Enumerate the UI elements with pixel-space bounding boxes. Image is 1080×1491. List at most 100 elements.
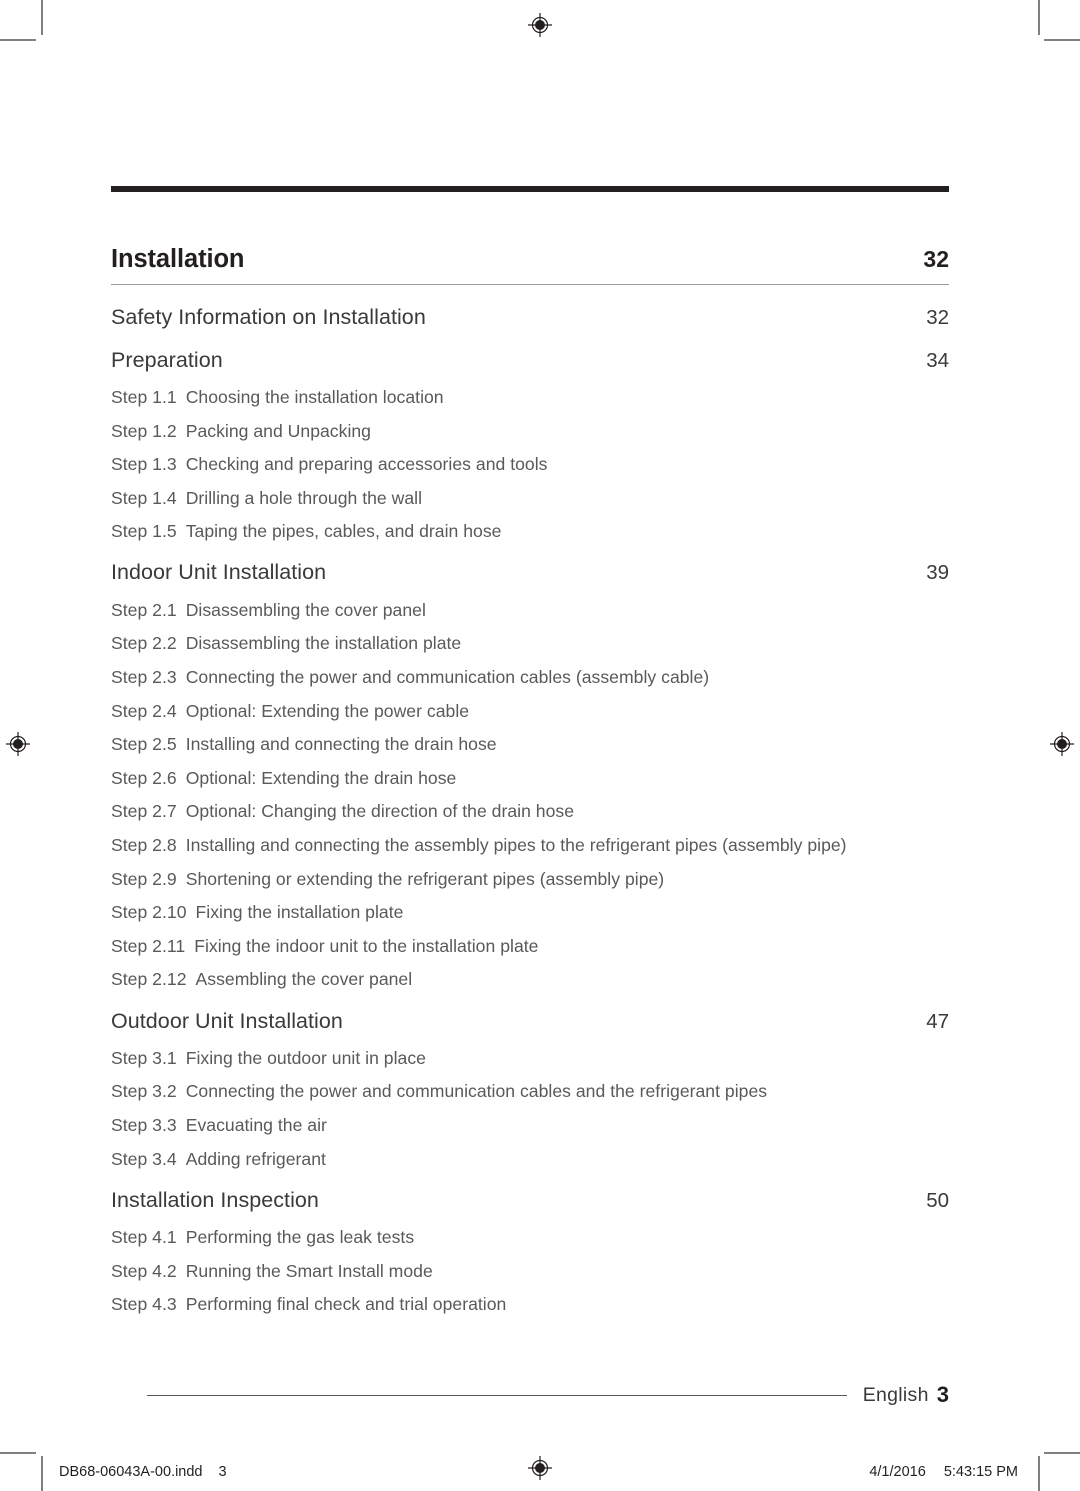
toc-section-row[interactable]: Indoor Unit Installation 39 xyxy=(111,559,949,585)
toc-step-row[interactable]: Step 3.1 Fixing the outdoor unit in place xyxy=(111,1048,949,1069)
toc-step-row[interactable]: Step 2.12 Assembling the cover panel xyxy=(111,969,949,990)
footer-language-label: English xyxy=(862,1383,929,1406)
toc-step-row[interactable]: Step 4.3 Performing final check and trial… xyxy=(111,1294,949,1315)
toc-step-label: Step 2.12 xyxy=(111,969,187,990)
toc-step-text: Evacuating the air xyxy=(185,1114,327,1135)
toc-step-text: Optional: Changing the direction of the … xyxy=(185,801,575,822)
toc-step-row[interactable]: Step 1.3 Checking and preparing accessori… xyxy=(111,454,949,475)
toc-step-text: Taping the pipes, cables, and drain hose xyxy=(185,521,502,542)
toc-step-row[interactable]: Step 2.9 Shortening or extending the refr… xyxy=(111,869,949,890)
toc-chapter-title: Installation xyxy=(111,245,245,273)
toc-step-row[interactable]: Step 1.2 Packing and Unpacking xyxy=(111,421,949,442)
toc-step-text: Checking and preparing accessories and t… xyxy=(185,454,548,475)
toc-step-row[interactable]: Step 1.4 Drilling a hole through the wall xyxy=(111,488,949,509)
footer-page-number: 3 xyxy=(936,1382,949,1407)
toc-step-label: Step 2.5 xyxy=(111,734,177,755)
toc-step-row[interactable]: Step 4.1 Performing the gas leak tests xyxy=(111,1227,949,1248)
toc-section-title: Safety Information on Installation xyxy=(111,304,426,329)
toc-step-text: Drilling a hole through the wall xyxy=(185,487,423,508)
toc-section-page-number: 34 xyxy=(926,348,949,372)
toc-step-row[interactable]: Step 3.2 Connecting the power and communi… xyxy=(111,1081,949,1102)
toc-step-row[interactable]: Step 2.4 Optional: Extending the power ca… xyxy=(111,701,949,722)
toc-step-row[interactable]: Step 1.5 Taping the pipes, cables, and dr… xyxy=(111,521,949,542)
toc-step-label: Step 3.2 xyxy=(111,1081,177,1102)
toc-step-text: Performing final check and trial operati… xyxy=(185,1294,507,1315)
toc-step-label: Step 2.10 xyxy=(111,902,187,923)
chapter-underline-rule xyxy=(111,283,949,285)
toc-step-label: Step 2.1 xyxy=(111,599,177,620)
toc-step-text: Disassembling the installation plate xyxy=(185,633,462,654)
toc-step-row[interactable]: Step 3.3 Evacuating the air xyxy=(111,1115,949,1136)
toc-step-text: Connecting the power and communication c… xyxy=(185,1081,768,1102)
toc-step-label: Step 1.2 xyxy=(111,420,177,441)
crop-mark-bottom-right-vertical xyxy=(1038,1456,1040,1491)
toc-step-text: Packing and Unpacking xyxy=(185,420,371,441)
toc-step-text: Performing the gas leak tests xyxy=(185,1226,415,1247)
toc-section-page-number: 32 xyxy=(926,305,949,329)
toc-section-title: Indoor Unit Installation xyxy=(111,560,327,585)
toc-section-title: Installation Inspection xyxy=(111,1187,319,1212)
toc-step-label: Step 3.4 xyxy=(111,1148,177,1169)
crop-mark-bottom-right-horizontal xyxy=(1044,1452,1080,1454)
toc-step-row[interactable]: Step 2.5 Installing and connecting the dr… xyxy=(111,734,949,755)
toc-step-row[interactable]: Step 4.2 Running the Smart Install mode xyxy=(111,1261,949,1282)
toc-step-row[interactable]: Step 2.6 Optional: Extending the drain ho… xyxy=(111,768,949,789)
toc-step-label: Step 2.9 xyxy=(111,868,177,889)
slug-date: 4/1/2016 xyxy=(869,1464,926,1480)
slug-time: 5:43:15 PM xyxy=(943,1464,1018,1480)
slug-timestamp: 4/1/2016 5:43:15 PM xyxy=(869,1464,1018,1480)
toc-step-row[interactable]: Step 2.8 Installing and connecting the as… xyxy=(111,835,949,856)
table-of-contents: Installation 32 Safety Information on In… xyxy=(111,186,949,1315)
toc-step-label: Step 3.3 xyxy=(111,1114,177,1135)
toc-step-text: Connecting the power and communication c… xyxy=(185,666,710,687)
toc-step-label: Step 3.1 xyxy=(111,1047,177,1068)
toc-chapter-row[interactable]: Installation 32 xyxy=(111,245,949,273)
toc-section-title: Preparation xyxy=(111,347,223,372)
crop-mark-bottom-left-vertical xyxy=(41,1456,43,1491)
slug-file-name: DB68-06043A-00.indd xyxy=(59,1464,203,1480)
toc-step-row[interactable]: Step 2.1 Disassembling the cover panel xyxy=(111,600,949,621)
toc-step-text: Assembling the cover panel xyxy=(195,969,413,990)
toc-section-row[interactable]: Installation Inspection 50 xyxy=(111,1187,949,1213)
toc-step-label: Step 1.3 xyxy=(111,454,177,475)
toc-step-label: Step 2.2 xyxy=(111,633,177,654)
toc-step-text: Running the Smart Install mode xyxy=(185,1260,433,1281)
footer-rule xyxy=(146,1394,847,1396)
toc-section-page-number: 39 xyxy=(926,561,949,585)
toc-step-label: Step 1.1 xyxy=(111,386,177,407)
toc-step-label: Step 1.5 xyxy=(111,521,177,542)
toc-step-label: Step 2.4 xyxy=(111,700,177,721)
toc-step-row[interactable]: Step 2.11 Fixing the indoor unit to the i… xyxy=(111,936,949,957)
toc-step-row[interactable]: Step 1.1 Choosing the installation locati… xyxy=(111,387,949,408)
toc-step-label: Step 2.8 xyxy=(111,834,177,855)
toc-step-label: Step 2.7 xyxy=(111,801,177,822)
toc-step-row[interactable]: Step 2.3 Connecting the power and communi… xyxy=(111,667,949,688)
toc-step-label: Step 1.4 xyxy=(111,487,177,508)
toc-step-text: Fixing the indoor unit to the installati… xyxy=(194,935,539,956)
slug-file-info: DB68-06043A-00.indd 3 xyxy=(59,1464,227,1480)
toc-step-text: Disassembling the cover panel xyxy=(185,599,426,620)
manual-page: Installation 32 Safety Information on In… xyxy=(0,0,1080,1491)
toc-step-row[interactable]: Step 3.4 Adding refrigerant xyxy=(111,1149,949,1170)
toc-step-text: Optional: Extending the power cable xyxy=(185,700,470,721)
prepress-slug-bar: DB68-06043A-00.indd 3 4/1/2016 5:43:15 P… xyxy=(0,1452,1080,1491)
toc-section-row[interactable]: Preparation 34 xyxy=(111,347,949,373)
toc-step-label: Step 4.3 xyxy=(111,1294,177,1315)
toc-step-text: Optional: Extending the drain hose xyxy=(185,767,457,788)
toc-step-text: Shortening or extending the refrigerant … xyxy=(185,868,665,889)
toc-step-row[interactable]: Step 2.2 Disassembling the installation p… xyxy=(111,633,949,654)
toc-section-row[interactable]: Safety Information on Installation 32 xyxy=(111,304,949,330)
toc-section-title: Outdoor Unit Installation xyxy=(111,1008,343,1033)
toc-step-row[interactable]: Step 2.10 Fixing the installation plate xyxy=(111,902,949,923)
toc-step-text: Installing and connecting the drain hose xyxy=(185,734,497,755)
toc-section-row[interactable]: Outdoor Unit Installation 47 xyxy=(111,1008,949,1034)
toc-step-label: Step 2.6 xyxy=(111,767,177,788)
toc-section-list: Safety Information on Installation 32 Prep… xyxy=(111,304,949,1316)
toc-chapter-page-number: 32 xyxy=(923,246,949,272)
toc-step-label: Step 2.11 xyxy=(111,935,186,956)
toc-step-text: Fixing the outdoor unit in place xyxy=(185,1047,426,1068)
toc-step-text: Installing and connecting the assembly p… xyxy=(185,834,847,855)
crop-mark-bottom-left-horizontal xyxy=(0,1452,36,1454)
toc-step-row[interactable]: Step 2.7 Optional: Changing the direction… xyxy=(111,801,949,822)
toc-step-text: Fixing the installation plate xyxy=(195,902,404,923)
